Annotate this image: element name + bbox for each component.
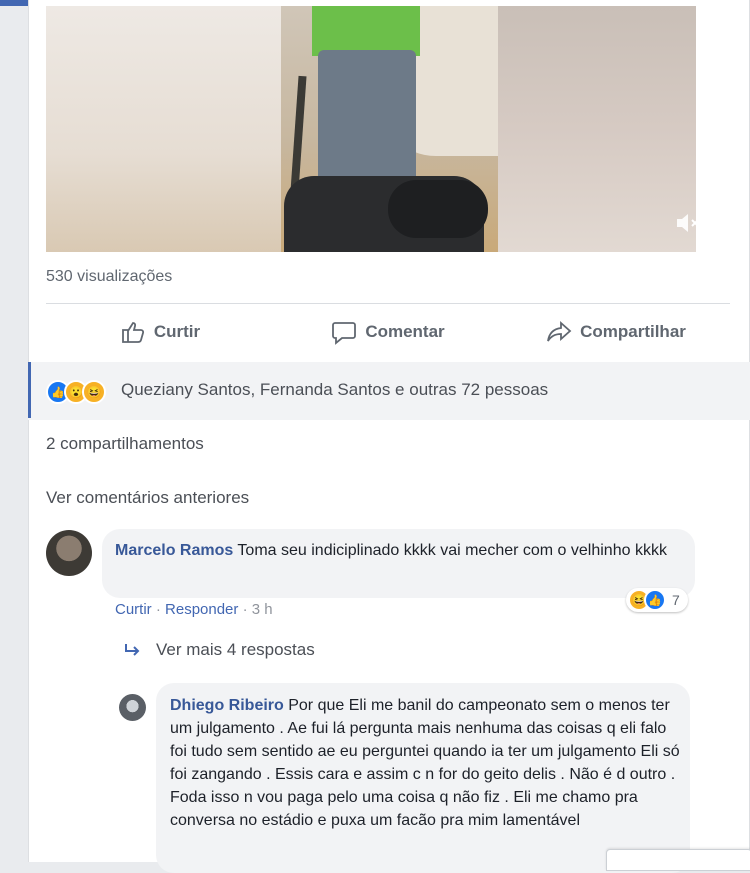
comment-label: Comentar — [365, 322, 445, 341]
more-replies-link[interactable]: Ver mais 4 respostas — [124, 640, 315, 660]
share-icon — [547, 320, 572, 342]
video-person-shirt — [312, 6, 420, 56]
comment-author[interactable]: Dhiego Ribeiro — [170, 697, 284, 714]
haha-reaction-icon: 😆 — [82, 380, 106, 404]
like-reaction-icon: 👍 — [644, 589, 666, 611]
avatar[interactable] — [46, 530, 92, 576]
video-frame-right — [498, 6, 696, 252]
mute-icon[interactable] — [674, 210, 696, 241]
post-actions: Curtir Comentar Compartilhar — [46, 312, 730, 352]
reaction-icons[interactable]: 👍 😮 😆 — [46, 380, 106, 404]
video-frame-left — [46, 6, 281, 252]
reaction-count: 7 — [672, 592, 680, 608]
comment-like-link[interactable]: Curtir — [115, 601, 152, 618]
comment-text: Marcelo Ramos Toma seu indiciplinado kkk… — [115, 539, 675, 562]
comment-button[interactable]: Comentar — [274, 312, 502, 352]
chat-tab[interactable] — [606, 849, 750, 871]
like-button[interactable]: Curtir — [46, 312, 274, 352]
thumbs-up-icon — [121, 322, 144, 343]
comment-author[interactable]: Marcelo Ramos — [115, 542, 233, 559]
share-button[interactable]: Compartilhar — [502, 312, 730, 352]
comment-body: Toma seu indiciplinado kkkk vai mecher c… — [237, 542, 667, 559]
comment-reply-link[interactable]: Responder — [165, 601, 238, 618]
avatar[interactable] — [119, 694, 146, 721]
comment-text: Dhiego Ribeiro Por que Eli me banil do c… — [170, 694, 680, 832]
like-label: Curtir — [153, 322, 201, 341]
more-replies-label: Ver mais 4 respostas — [156, 640, 315, 659]
comment-reaction-badge[interactable]: 😆 👍 7 — [626, 588, 688, 612]
comment-time[interactable]: 3 h — [252, 601, 273, 618]
share-label: Compartilhar — [580, 322, 686, 341]
comment-icon — [332, 322, 357, 345]
comment-body: Por que Eli me banil do campeonato sem o… — [170, 697, 680, 829]
view-previous-comments-link[interactable]: Ver comentários anteriores — [46, 488, 249, 508]
video-object-grip — [388, 180, 488, 238]
comment-meta: Curtir · Responder · 3 h — [115, 601, 273, 618]
reactions-summary[interactable]: Queziany Santos, Fernanda Santos e outra… — [121, 380, 548, 400]
reply-arrow-icon — [125, 644, 140, 656]
shares-count[interactable]: 2 compartilhamentos — [46, 434, 204, 454]
view-count: 530 visualizações — [46, 268, 173, 285]
divider — [46, 303, 730, 304]
video-player[interactable] — [46, 6, 696, 252]
